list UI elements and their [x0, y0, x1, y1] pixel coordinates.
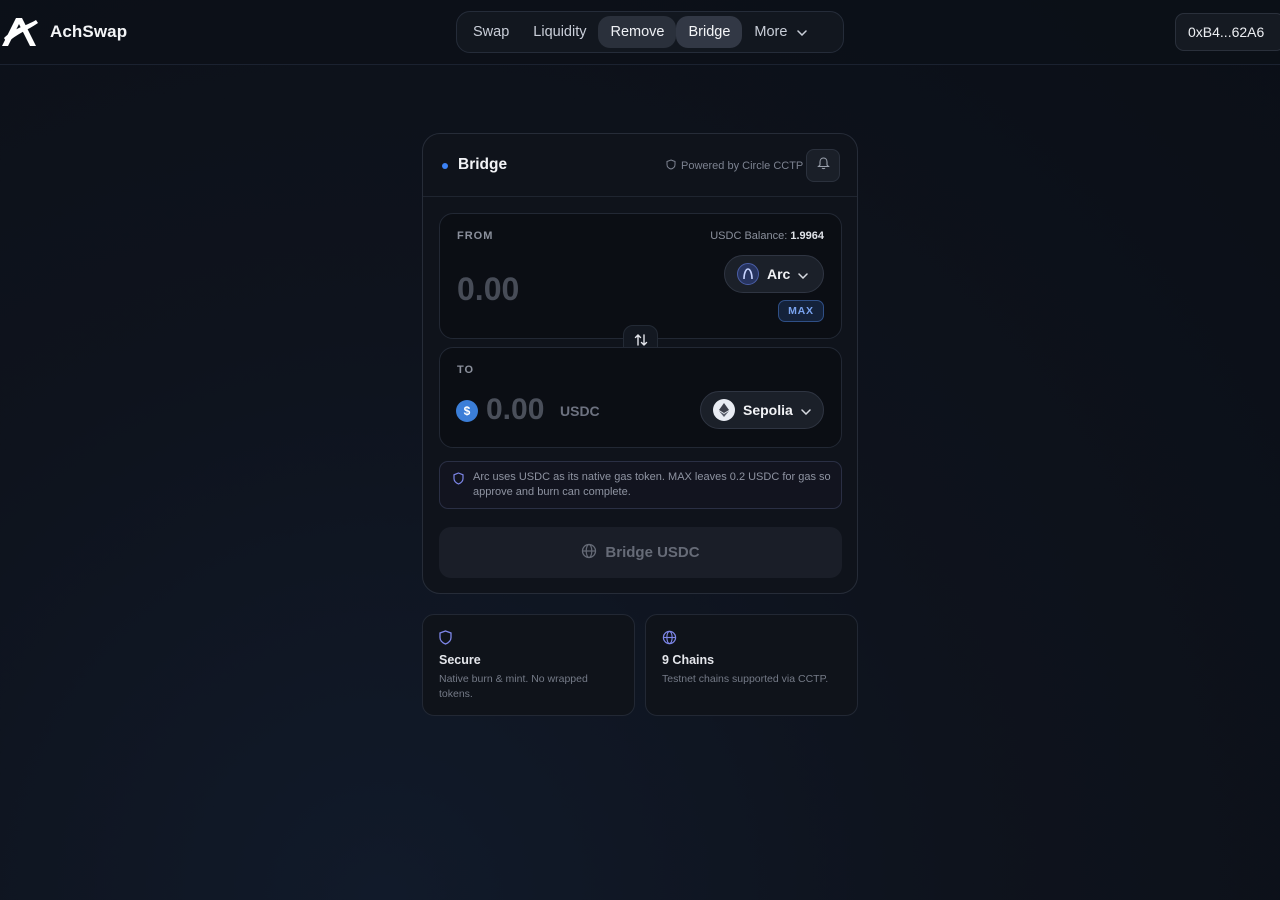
nav-remove[interactable]: Remove — [598, 16, 677, 48]
shield-icon — [439, 630, 452, 650]
to-amount: 0.00 — [486, 393, 545, 426]
bell-icon — [816, 156, 830, 175]
top-header: AchSwap Swap Liquidity Remove Bridge Mor… — [0, 0, 1280, 65]
nav-bridge-label: Bridge — [688, 24, 731, 40]
card-header: Bridge Powered by Circle CCTP — [423, 134, 857, 197]
chevron-down-icon — [801, 402, 811, 418]
to-label: TO — [457, 364, 475, 376]
chevron-down-icon — [798, 266, 809, 282]
balance-label: USDC Balance: — [710, 230, 788, 242]
brand-name: AchSwap — [50, 22, 128, 41]
chevron-down-icon — [797, 24, 808, 40]
notifications-button[interactable] — [806, 149, 840, 182]
to-chain-select[interactable]: Sepolia — [700, 391, 824, 429]
usdc-balance: USDC Balance: 1.9964 — [710, 230, 824, 242]
to-chain-label: Sepolia — [743, 402, 793, 418]
status-dot — [442, 163, 448, 169]
powered-by-text: Powered by Circle CCTP — [681, 160, 804, 172]
to-panel: TO $ 0.00 USDC Sepolia — [439, 347, 842, 448]
nav-liquidity-label: Liquidity — [533, 24, 587, 40]
from-amount-input[interactable] — [457, 269, 657, 309]
shield-icon — [453, 472, 464, 490]
from-panel: FROM USDC Balance: 1.9964 Arc MAX — [439, 213, 842, 339]
nav-more[interactable]: More — [742, 16, 819, 48]
info-text: Arc uses USDC as its native gas token. M… — [473, 471, 831, 498]
feature-desc: Testnet chains supported via CCTP. — [662, 673, 829, 685]
from-label: FROM — [457, 230, 494, 242]
from-chain-select[interactable]: Arc — [724, 255, 824, 293]
nav-remove-label: Remove — [610, 24, 665, 40]
nav-swap[interactable]: Swap — [461, 16, 521, 48]
gas-info-note: Arc uses USDC as its native gas token. M… — [439, 461, 842, 509]
max-button[interactable]: MAX — [778, 300, 824, 322]
powered-by: Powered by Circle CCTP — [666, 159, 803, 173]
shield-icon — [666, 159, 676, 173]
feature-title: Secure — [439, 653, 481, 667]
usdc-token-icon: $ — [456, 400, 478, 422]
feature-card-chains: 9 Chains Testnet chains supported via CC… — [645, 614, 858, 716]
nav-bridge[interactable]: Bridge — [676, 16, 743, 48]
ethereum-chain-icon — [713, 399, 735, 421]
nav-more-label: More — [754, 24, 788, 40]
wallet-button[interactable]: 0xB4...62A6 — [1175, 13, 1280, 51]
balance-value: 1.9964 — [790, 230, 824, 242]
arc-chain-icon — [737, 263, 759, 285]
feature-title: 9 Chains — [662, 653, 715, 667]
globe-icon — [581, 543, 597, 563]
bridge-usdc-button[interactable]: Bridge USDC — [439, 527, 842, 578]
bridge-card: Bridge Powered by Circle CCTP FROM USDC … — [422, 133, 858, 594]
feature-desc: Native burn & mint. No wrapped tokens. — [439, 673, 588, 700]
from-chain-label: Arc — [767, 266, 791, 282]
achswap-logo-icon — [0, 14, 38, 50]
card-title: Bridge — [458, 156, 508, 173]
feature-card-secure: Secure Native burn & mint. No wrapped to… — [422, 614, 635, 716]
globe-icon — [662, 630, 677, 650]
main-nav: Swap Liquidity Remove Bridge More — [456, 11, 844, 53]
brand-logo[interactable]: AchSwap — [0, 14, 127, 50]
bridge-usdc-label: Bridge USDC — [605, 544, 700, 561]
to-unit: USDC — [560, 403, 600, 419]
nav-swap-label: Swap — [473, 24, 510, 40]
nav-liquidity[interactable]: Liquidity — [521, 16, 598, 48]
